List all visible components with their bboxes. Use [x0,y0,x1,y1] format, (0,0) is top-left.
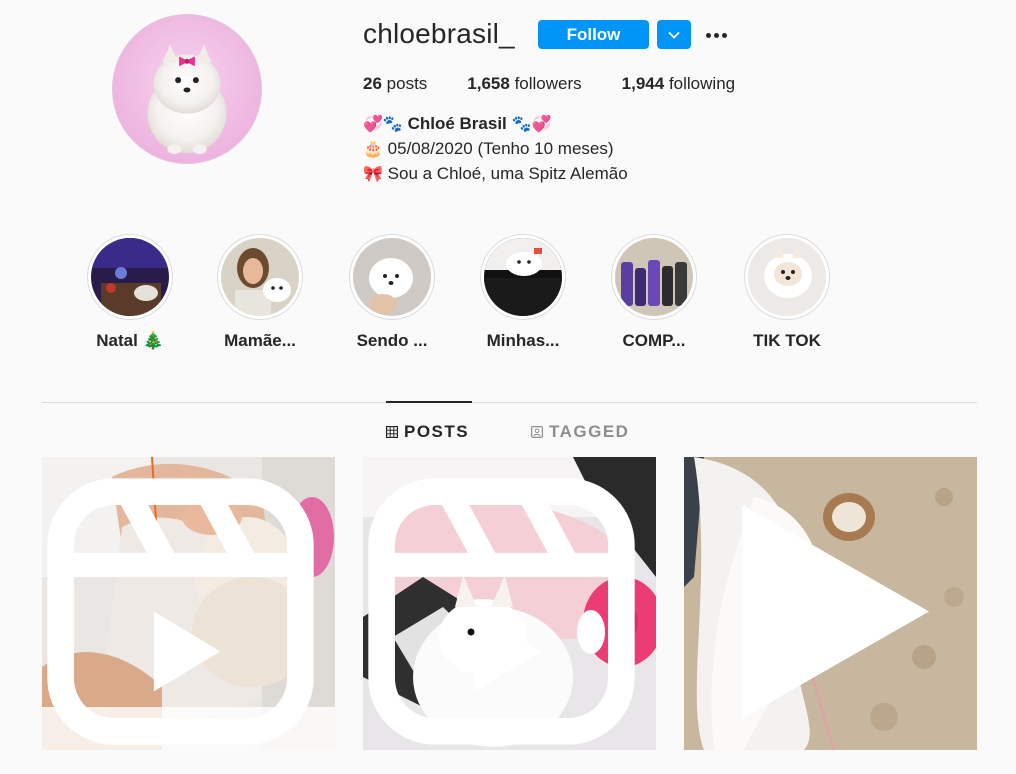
grid-icon [386,426,398,438]
highlight-item[interactable]: Natal 🎄 [70,234,190,351]
follow-button[interactable]: Follow [538,20,649,49]
tab-tagged[interactable]: TAGGED [531,422,629,442]
more-options-icon[interactable] [703,24,729,46]
post-thumbnail[interactable] [684,457,977,750]
profile-avatar[interactable] [112,14,262,164]
profile-bio: 💞🐾 Chloé Brasil 🐾💞 🎂 05/08/2020 (Tenho 1… [363,112,628,187]
active-tab-indicator [386,401,472,403]
post-thumbnail[interactable] [363,457,656,750]
highlight-label: Sendo ... [356,331,428,350]
chevron-down-icon [668,31,680,39]
posts-stat: 26 posts [363,74,428,93]
highlight-item[interactable]: TIK TOK [727,234,847,351]
highlight-label: Natal 🎄 [96,331,164,350]
profile-username: chloebrasil_ [363,18,515,49]
bio-description-line: 🎀 Sou a Chloé, uma Spitz Alemão [363,164,628,183]
profile-stats: 26 posts 1,658 followers 1,944 following [363,74,775,94]
tagged-icon [531,426,543,438]
bio-name-line: 💞🐾 Chloé Brasil 🐾💞 [363,114,552,133]
reel-icon [47,478,314,745]
tabs-divider [42,402,977,403]
highlight-label: COMP... [622,331,686,350]
tab-posts[interactable]: POSTS [386,422,469,442]
followers-link[interactable]: 1,658 followers [467,74,581,94]
post-thumbnail[interactable] [42,457,335,750]
reel-icon [368,478,635,745]
highlight-label: Mamãe... [224,331,296,350]
highlight-label: TIK TOK [753,331,821,350]
bio-birthday-line: 🎂 05/08/2020 (Tenho 10 meses) [363,139,614,158]
highlight-label: Minhas... [486,331,560,350]
video-play-icon [742,504,930,719]
profile-full-name: Chloé Brasil [407,114,507,133]
highlight-item[interactable]: Sendo ... [332,234,452,351]
highlight-item[interactable]: COMP... [594,234,714,351]
suggested-accounts-button[interactable] [657,20,691,49]
highlight-item[interactable]: Minhas... [463,234,583,351]
following-link[interactable]: 1,944 following [622,74,735,94]
highlight-item[interactable]: Mamãe... [200,234,320,351]
